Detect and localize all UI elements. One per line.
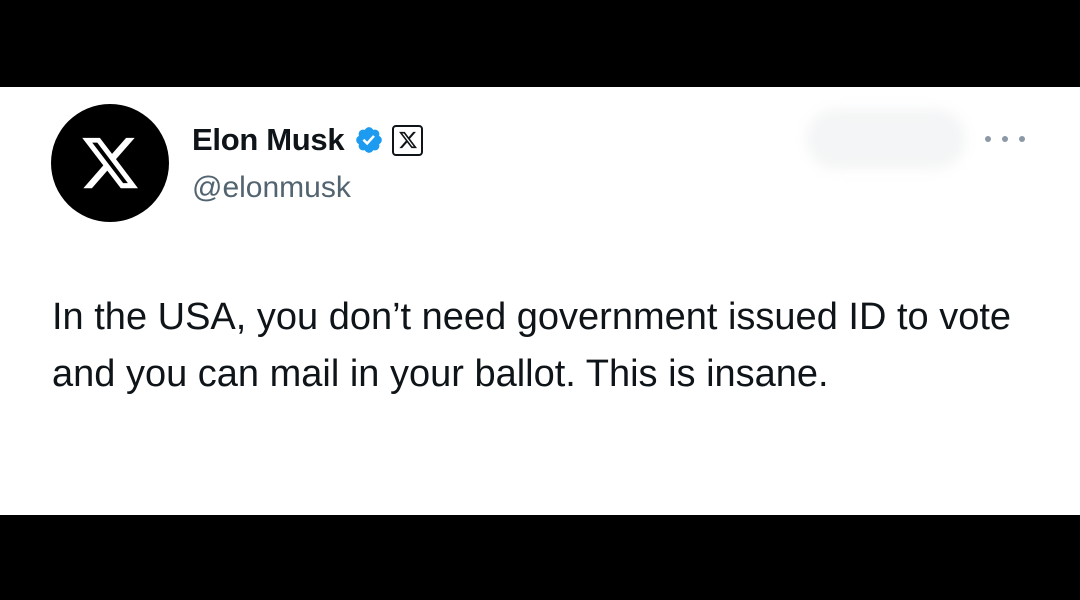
tweet-card: Elon Musk @elonmusk In the USA, you don’…: [0, 87, 1080, 515]
verified-badge-icon[interactable]: [354, 125, 384, 155]
more-dot: [1019, 136, 1025, 142]
redacted-blur-patch: [806, 109, 966, 169]
tweet-text: In the USA, you don’t need government is…: [52, 296, 1012, 395]
x-affiliate-badge-icon[interactable]: [392, 124, 424, 156]
author-name-row: Elon Musk: [192, 117, 424, 163]
avatar[interactable]: [51, 104, 169, 222]
author-handle[interactable]: @elonmusk: [192, 171, 351, 205]
more-dot: [985, 136, 991, 142]
more-dot: [1002, 136, 1008, 142]
author-display-name[interactable]: Elon Musk: [192, 122, 345, 158]
x-logo-icon: [82, 137, 138, 189]
screenshot-frame: Elon Musk @elonmusk In the USA, you don’…: [0, 0, 1080, 600]
more-options-icon[interactable]: [985, 130, 1025, 148]
